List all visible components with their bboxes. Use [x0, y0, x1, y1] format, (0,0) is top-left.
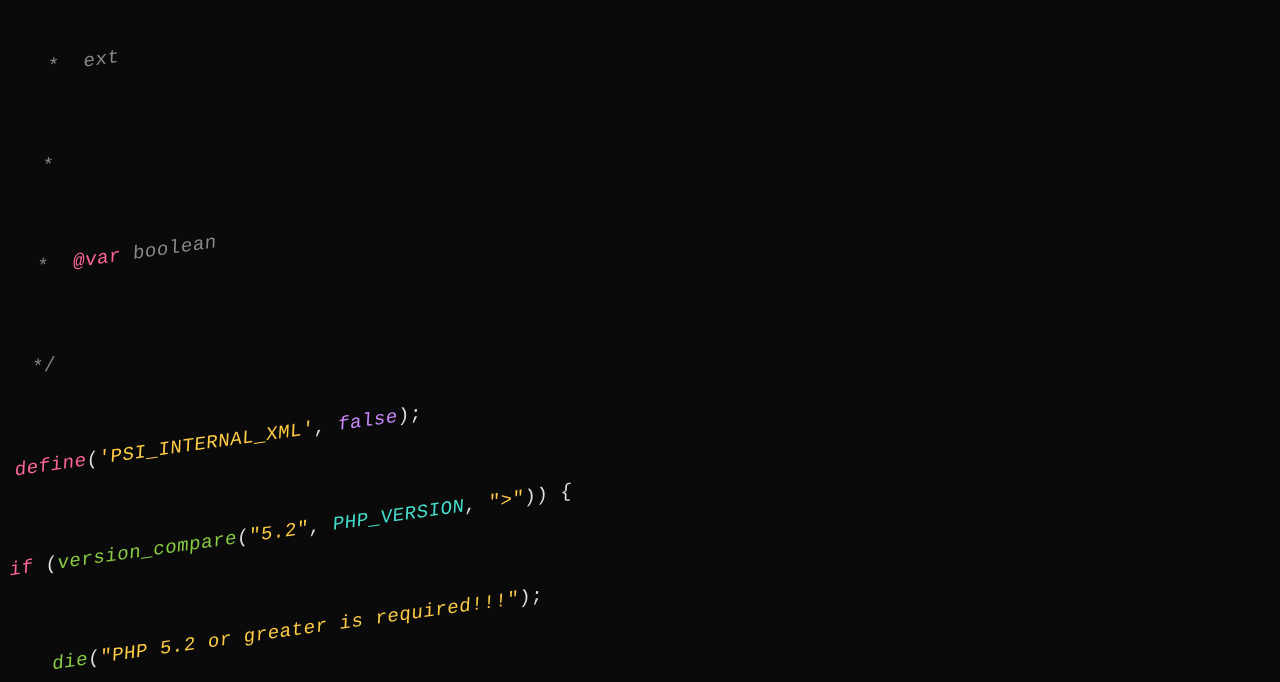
code-content: * ext * * @var boolean */ define('PSI_IN… [0, 0, 890, 682]
code-editor: * ext * * @var boolean */ define('PSI_IN… [0, 0, 1280, 682]
